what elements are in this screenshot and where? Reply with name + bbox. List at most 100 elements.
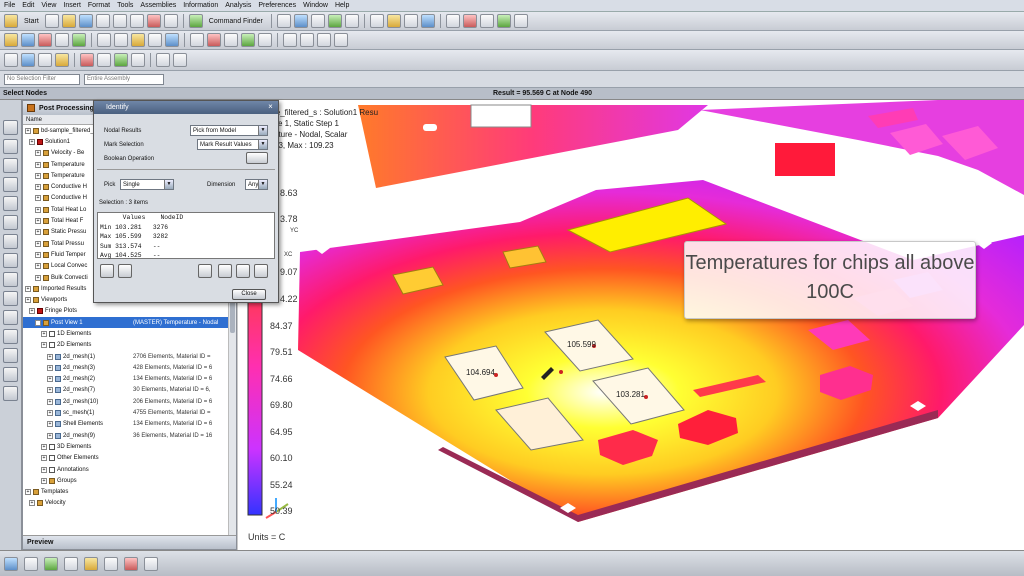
identify-icon[interactable] — [131, 33, 145, 47]
expand-icon[interactable]: + — [41, 342, 47, 349]
menu-assemblies[interactable]: Assemblies — [140, 2, 176, 9]
pick-node-icon[interactable] — [118, 264, 132, 278]
tree-item[interactable]: + sc_mesh(1) 4755 Elements, Material ID = — [23, 407, 236, 418]
expand-icon[interactable]: + — [41, 455, 47, 462]
tree-item[interactable]: + Other Elements — [23, 453, 236, 464]
tab-inspection[interactable] — [3, 367, 18, 382]
expand-icon[interactable]: + — [25, 489, 31, 496]
tab-roles[interactable] — [3, 291, 18, 306]
expand-icon[interactable]: + — [35, 263, 41, 270]
next-icon[interactable] — [114, 33, 128, 47]
expand-icon[interactable]: + — [35, 251, 41, 258]
tree-item[interactable]: + Velocity — [23, 498, 236, 509]
menu-tools[interactable]: Tools — [117, 2, 133, 9]
expand-icon[interactable]: + — [41, 330, 47, 337]
tab-palette[interactable] — [3, 272, 18, 287]
bottom-tool-2-icon[interactable] — [24, 556, 38, 571]
expand-icon[interactable]: + — [35, 229, 41, 236]
delete-icon[interactable] — [146, 14, 161, 28]
expand-icon[interactable]: + — [25, 127, 31, 134]
tab-constraint-navigator[interactable] — [3, 139, 18, 154]
tree-item[interactable]: +3D Elements — [23, 441, 236, 452]
pause-icon[interactable] — [317, 33, 331, 47]
select-icon[interactable] — [4, 53, 18, 67]
probe-icon[interactable] — [148, 33, 162, 47]
measure-icon[interactable] — [479, 14, 494, 28]
expand-icon[interactable]: + — [41, 477, 47, 484]
open-folder-icon[interactable] — [61, 14, 76, 28]
layer-icon[interactable] — [369, 14, 384, 28]
expand-icon[interactable]: + — [35, 172, 41, 179]
menu-edit[interactable]: Edit — [22, 2, 34, 9]
legend-icon[interactable] — [190, 33, 204, 47]
tab-process-studio[interactable] — [3, 329, 18, 344]
tree-item[interactable]: +1D Elements — [23, 328, 236, 339]
dimension-select[interactable]: Any ▼ — [245, 179, 268, 190]
menu-insert[interactable]: Insert — [63, 2, 81, 9]
menu-window[interactable]: Window — [303, 2, 328, 9]
expand-icon[interactable]: + — [25, 297, 31, 304]
select-box-icon[interactable] — [21, 53, 35, 67]
export-icon[interactable] — [236, 264, 250, 278]
tree-item[interactable]: +2d_mesh(1) 2706 Elements, Material ID = — [23, 351, 236, 362]
expand-icon[interactable]: + — [47, 432, 53, 439]
bottom-tool-5-icon[interactable] — [84, 556, 98, 571]
tree-item[interactable]: + Fringe Plots — [23, 306, 236, 317]
dialog-close-icon[interactable]: × — [266, 103, 275, 112]
contour-icon[interactable] — [21, 33, 35, 47]
tab-part-navigator[interactable] — [3, 158, 18, 173]
preview-panel-header[interactable]: Preview — [23, 535, 236, 549]
filter-icon[interactable] — [386, 14, 401, 28]
deform-icon[interactable] — [55, 33, 69, 47]
save-icon[interactable] — [78, 14, 93, 28]
tree-item[interactable]: + Annotations — [23, 464, 236, 475]
bottom-tool-7-icon[interactable] — [124, 556, 138, 571]
close-button[interactable]: Close — [232, 289, 266, 300]
tree-item[interactable]: + Groups — [23, 475, 236, 486]
start-button[interactable]: Start — [21, 18, 42, 25]
tree-item[interactable]: +2d_mesh(7) 30 Elements, Material ID = 6, — [23, 385, 236, 396]
tree-item[interactable]: + Post View 1 (MASTER) Temperature - Nodal — [23, 317, 236, 329]
tree-item[interactable]: + Templates — [23, 487, 236, 498]
graph-icon[interactable] — [165, 33, 179, 47]
zoom-icon[interactable] — [293, 14, 308, 28]
menu-file[interactable]: File — [4, 2, 15, 9]
expand-icon[interactable]: + — [35, 150, 41, 157]
tab-manufacturing[interactable] — [3, 348, 18, 363]
tab-simulation-navigator[interactable] — [3, 196, 18, 211]
graphics-viewport[interactable]: le_filtered_s : Solution1 Resu se 1, Sta… — [238, 100, 1024, 550]
first-frame-icon[interactable] — [283, 33, 297, 47]
selection-results-text[interactable]: Values NodeID Min 103.281 3276 Max 105.5… — [97, 212, 275, 259]
selection-filter-select[interactable]: No Selection Filter — [4, 73, 80, 85]
menu-help[interactable]: Help — [335, 2, 349, 9]
expand-icon[interactable]: + — [41, 466, 47, 473]
tree-item[interactable]: +2d_mesh(3) 428 Elements, Material ID = 6 — [23, 362, 236, 373]
copy-icon[interactable] — [112, 14, 127, 28]
last-frame-icon[interactable] — [334, 33, 348, 47]
command-finder-icon[interactable] — [188, 14, 203, 28]
menu-analysis[interactable]: Analysis — [225, 2, 251, 9]
iso-icon[interactable] — [241, 33, 255, 47]
expand-icon[interactable]: + — [25, 285, 31, 292]
animate-icon[interactable] — [72, 33, 86, 47]
tab-system-materials[interactable] — [3, 310, 18, 325]
previous-icon[interactable] — [97, 33, 111, 47]
expand-icon[interactable]: + — [29, 138, 35, 145]
expand-icon[interactable]: + — [35, 319, 41, 326]
tab-knowledge[interactable] — [3, 386, 18, 401]
menu-format[interactable]: Format — [88, 2, 110, 9]
pick-select[interactable]: Single ▼ — [120, 179, 174, 190]
dropdown-arrow-icon[interactable]: ▼ — [164, 180, 173, 189]
menu-information[interactable]: Information — [183, 2, 218, 9]
expand-icon[interactable]: + — [47, 398, 53, 405]
expand-icon[interactable]: + — [47, 364, 53, 371]
dropdown-arrow-icon[interactable]: ▼ — [258, 140, 267, 149]
expand-icon[interactable]: + — [47, 376, 53, 383]
analysis-icon[interactable] — [496, 14, 511, 28]
reset-icon[interactable] — [100, 264, 114, 278]
more-icon[interactable] — [513, 14, 528, 28]
tree-item[interactable]: + Shell Elements 134 Elements, Material ID… — [23, 419, 236, 430]
tab-post-processing[interactable] — [3, 215, 18, 230]
show-icon[interactable] — [80, 53, 94, 67]
expand-icon[interactable]: + — [35, 218, 41, 225]
